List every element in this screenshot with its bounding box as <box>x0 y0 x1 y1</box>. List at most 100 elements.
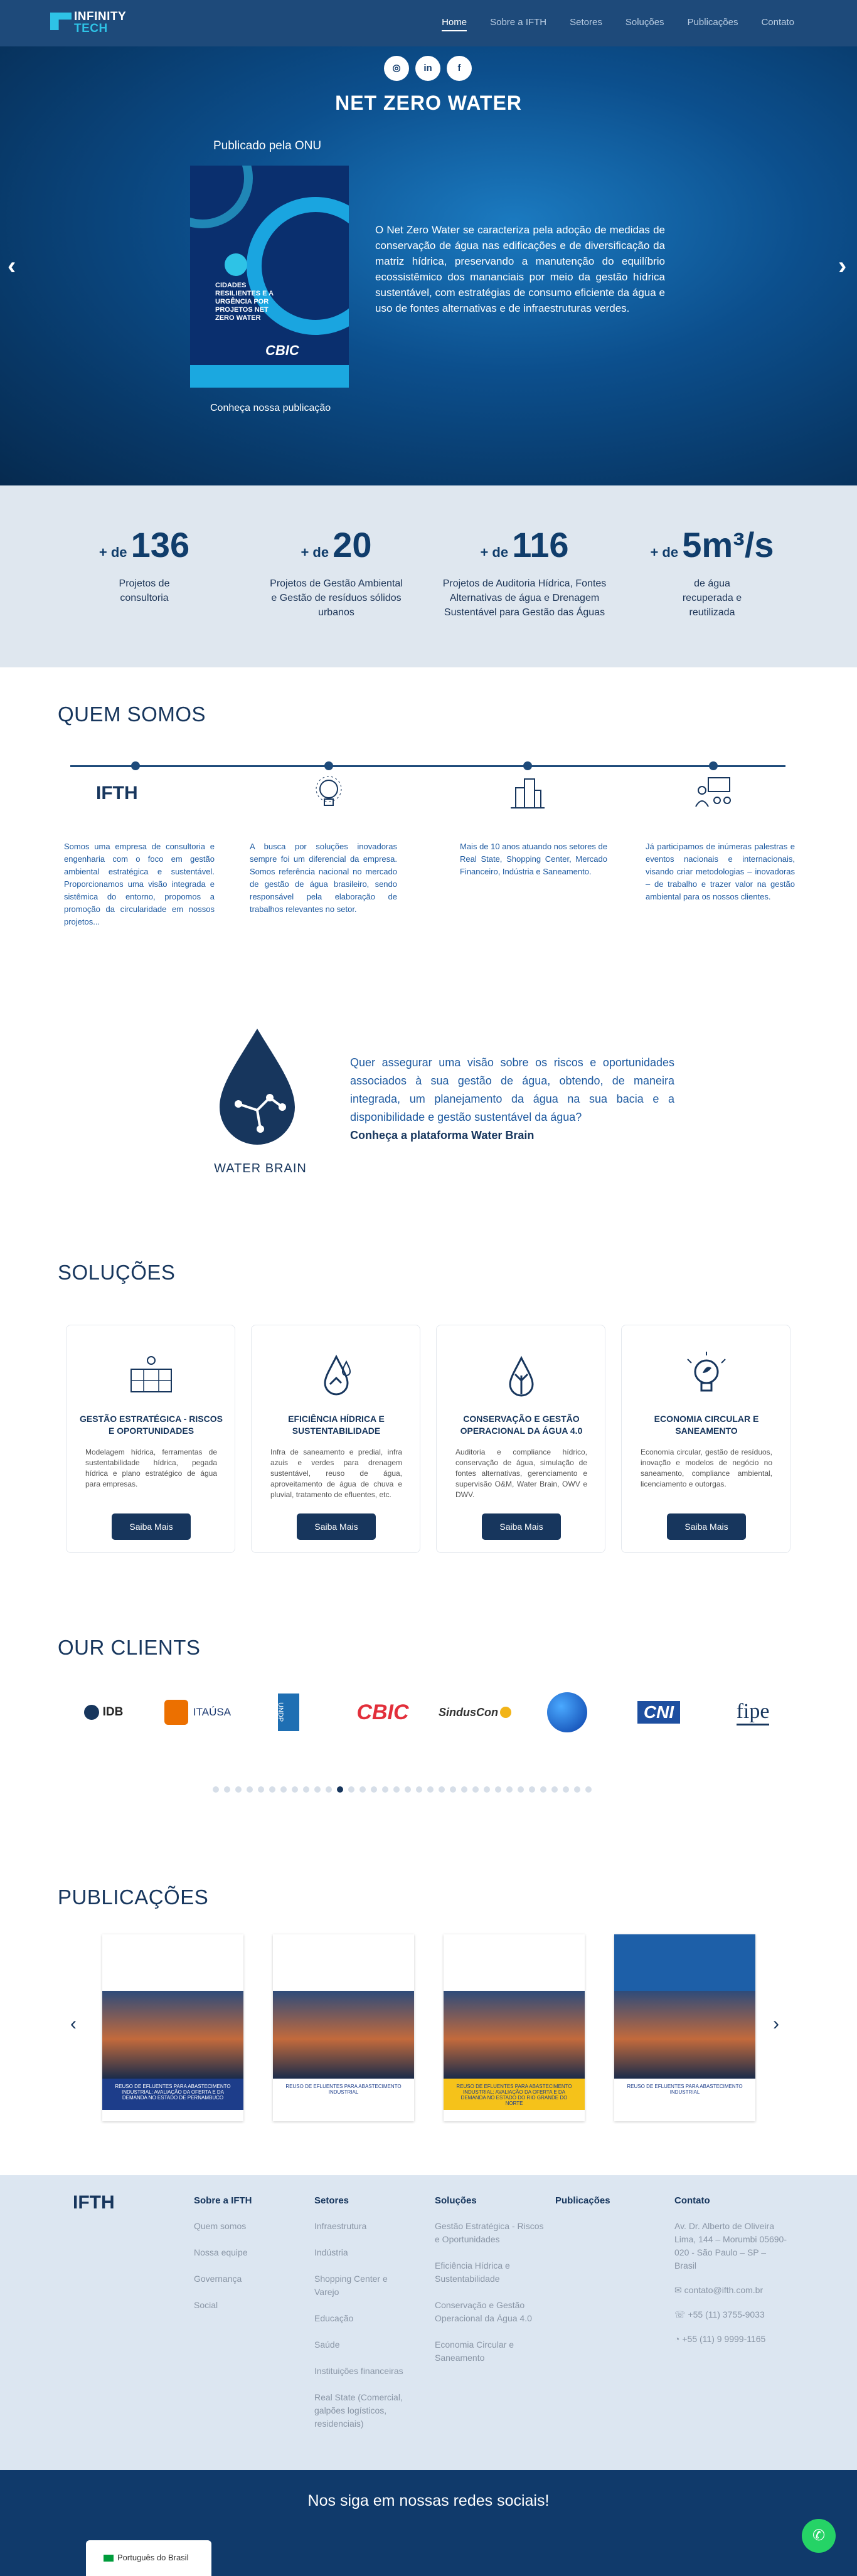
water-brain-logo[interactable]: WATER BRAIN <box>213 1029 306 1175</box>
stat-value: 20 <box>333 525 372 564</box>
hero-slider: NET ZERO WATER Publicado pela ONU CIDADE… <box>0 46 857 485</box>
footer-link[interactable]: Eficiência Hídrica e Sustentabilidade <box>435 2259 545 2286</box>
carousel-dot[interactable] <box>314 1786 321 1793</box>
publications-next-icon[interactable]: › <box>773 2013 779 2035</box>
saiba-mais-button[interactable]: Saiba Mais <box>112 1513 191 1540</box>
footer-link[interactable]: Social <box>194 2299 288 2312</box>
stat-number: + de 20 <box>242 524 430 565</box>
slider-next-arrow-icon[interactable]: › <box>838 252 846 280</box>
carousel-dot[interactable] <box>235 1786 242 1793</box>
carousel-dot[interactable] <box>269 1786 275 1793</box>
footer-link[interactable]: Real State (Comercial, galpões logístico… <box>314 2391 415 2430</box>
publications-prev-icon[interactable]: ‹ <box>70 2013 77 2035</box>
nav-home[interactable]: Home <box>442 17 467 31</box>
contact-phone-row[interactable]: ☏ +55 (11) 3755-9033 <box>674 2308 787 2321</box>
saiba-mais-button[interactable]: Saiba Mais <box>667 1513 746 1540</box>
solution-card-desc: Modelagem hídrica, ferramentas de susten… <box>85 1448 217 1488</box>
eco-lightbulb-icon <box>687 1352 726 1392</box>
saiba-mais-button[interactable]: Saiba Mais <box>297 1513 376 1540</box>
carousel-dot[interactable] <box>337 1786 343 1793</box>
carousel-dot[interactable] <box>371 1786 377 1793</box>
publication-link[interactable]: Conheça nossa publicação <box>210 403 331 414</box>
carousel-dot[interactable] <box>359 1786 366 1793</box>
carousel-dot[interactable] <box>472 1786 479 1793</box>
client-logo-fipe: fipe <box>725 1693 781 1731</box>
timeline-dot <box>523 761 532 770</box>
stat-label: Projetos de Auditoria Hídrica, Fontes Al… <box>442 578 607 618</box>
footer-link[interactable]: Nossa equipe <box>194 2246 288 2259</box>
carousel-dot[interactable] <box>506 1786 513 1793</box>
footer-link[interactable]: Conservação e Gestão Operacional da Água… <box>435 2299 545 2325</box>
publication-cover[interactable]: CIDADES RESILIENTES E A URGÊNCIA POR PRO… <box>190 166 349 388</box>
language-selector[interactable]: Português do Brasil <box>86 2540 211 2576</box>
carousel-dot[interactable] <box>484 1786 490 1793</box>
carousel-dot[interactable] <box>258 1786 264 1793</box>
carousel-dot[interactable] <box>495 1786 501 1793</box>
footer-link[interactable]: Economia Circular e Saneamento <box>435 2338 545 2365</box>
about-text-3: Mais de 10 anos atuando nos setores de R… <box>460 842 607 876</box>
carousel-dot[interactable] <box>551 1786 558 1793</box>
carousel-dot[interactable] <box>247 1786 253 1793</box>
carousel-dot[interactable] <box>461 1786 467 1793</box>
client-logo-text: UNDP <box>277 1693 299 1731</box>
nav-publicacoes[interactable]: Publicações <box>688 17 738 31</box>
footer-link[interactable]: Shopping Center e Varejo <box>314 2272 415 2299</box>
saiba-mais-button[interactable]: Saiba Mais <box>482 1513 561 1540</box>
carousel-dot[interactable] <box>450 1786 456 1793</box>
contact-whatsapp-row[interactable]: ◔ +55 (11) 9 9999-1165 <box>674 2333 787 2346</box>
carousel-dot[interactable] <box>326 1786 332 1793</box>
facebook-icon[interactable]: f <box>447 56 472 81</box>
client-logo-text: ITAÚSA <box>193 1706 232 1718</box>
lightbulb-icon <box>316 776 342 806</box>
stat-prefix: + de <box>480 544 509 560</box>
contact-email-row[interactable]: ✉ contato@ifth.com.br <box>674 2284 787 2297</box>
carousel-dot[interactable] <box>427 1786 434 1793</box>
carousel-dot[interactable] <box>416 1786 422 1793</box>
solution-card: EFICIÊNCIA HÍDRICA E SUSTENTABILIDADE In… <box>251 1325 420 1553</box>
publication-card[interactable]: REUSO DE EFLUENTES PARA ABASTECIMENTO IN… <box>273 1934 414 2121</box>
slider-prev-arrow-icon[interactable]: ‹ <box>8 252 16 280</box>
footer-link[interactable]: Indústria <box>314 2246 415 2259</box>
nav-contato[interactable]: Contato <box>761 17 794 31</box>
clients-title: OUR CLIENTS <box>58 1636 201 1659</box>
carousel-dot[interactable] <box>292 1786 298 1793</box>
footer-link[interactable]: Educação <box>314 2312 415 2325</box>
footer-link[interactable]: Quem somos <box>194 2220 288 2233</box>
nav-solucoes[interactable]: Soluções <box>625 17 664 31</box>
publication-card[interactable]: REUSO DE EFLUENTES PARA ABASTECIMENTO IN… <box>614 1934 755 2121</box>
carousel-dot[interactable] <box>213 1786 219 1793</box>
carousel-dot[interactable] <box>348 1786 354 1793</box>
carousel-dot[interactable] <box>574 1786 580 1793</box>
carousel-dot[interactable] <box>303 1786 309 1793</box>
carousel-dot[interactable] <box>563 1786 569 1793</box>
carousel-dot[interactable] <box>224 1786 230 1793</box>
whatsapp-float-icon[interactable]: ✆ <box>802 2519 836 2553</box>
company-logo[interactable]: INFINITY TECH <box>50 9 138 38</box>
footer-logo[interactable]: IFTH <box>73 2192 115 2213</box>
carousel-dot[interactable] <box>280 1786 287 1793</box>
publication-card-top <box>444 1934 585 1991</box>
footer-link[interactable]: Saúde <box>314 2338 415 2351</box>
carousel-dot[interactable] <box>382 1786 388 1793</box>
carousel-dot[interactable] <box>518 1786 524 1793</box>
linkedin-icon[interactable]: in <box>415 56 440 81</box>
carousel-dot[interactable] <box>439 1786 445 1793</box>
footer-col-heading[interactable]: Publicações <box>555 2195 649 2206</box>
water-brain-link[interactable]: Conheça a plataforma Water Brain <box>350 1129 534 1142</box>
carousel-dot[interactable] <box>585 1786 592 1793</box>
carousel-dot[interactable] <box>393 1786 400 1793</box>
whatsapp-icon: ◔ <box>674 2334 683 2344</box>
instagram-icon[interactable]: ◎ <box>384 56 409 81</box>
nav-sobre[interactable]: Sobre a IFTH <box>490 17 546 31</box>
publication-card[interactable]: REUSO DE EFLUENTES PARA ABASTECIMENTO IN… <box>444 1934 585 2121</box>
footer-link[interactable]: Gestão Estratégica - Riscos e Oportunida… <box>435 2220 545 2246</box>
footer-link[interactable]: Infraestrutura <box>314 2220 415 2233</box>
publication-card-top <box>614 1934 755 1991</box>
nav-setores[interactable]: Setores <box>570 17 602 31</box>
carousel-dot[interactable] <box>405 1786 411 1793</box>
carousel-dot[interactable] <box>529 1786 535 1793</box>
carousel-dot[interactable] <box>540 1786 546 1793</box>
footer-link[interactable]: Instituições financeiras <box>314 2365 415 2378</box>
publication-card[interactable]: REUSO DE EFLUENTES PARA ABASTECIMENTO IN… <box>102 1934 243 2121</box>
footer-link[interactable]: Governança <box>194 2272 288 2286</box>
